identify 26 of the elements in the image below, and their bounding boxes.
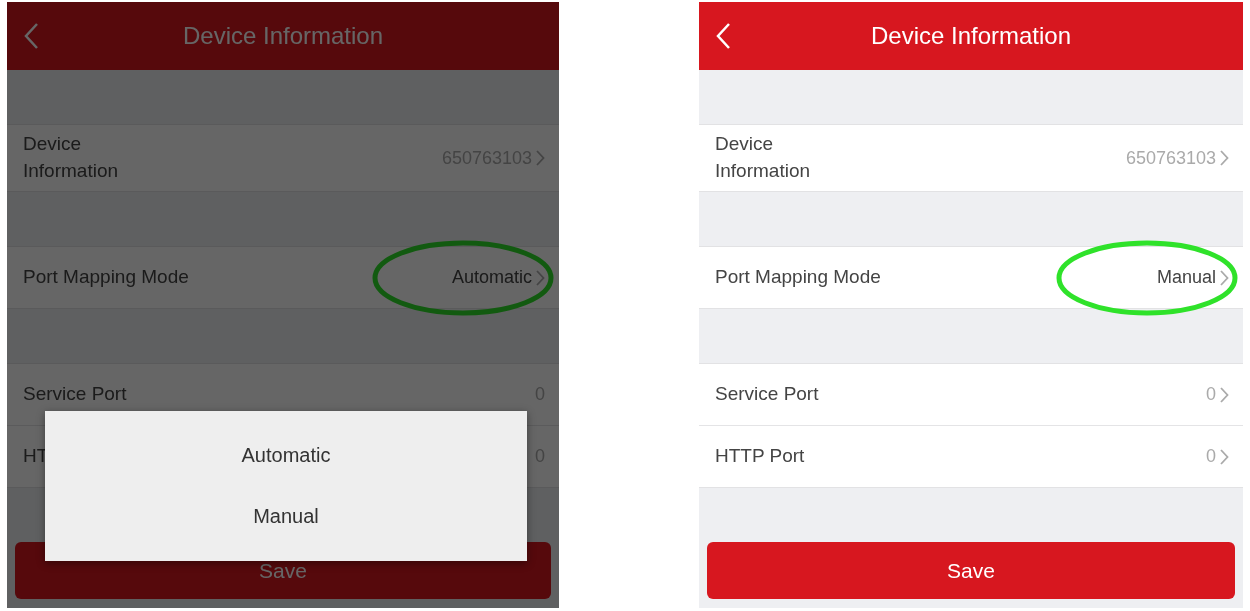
row-label: Port Mapping Mode [715, 265, 881, 290]
row-value: 650763103 [1125, 147, 1216, 169]
row-label: Service Port [23, 382, 127, 407]
row-label: HT [23, 444, 49, 469]
chevron-icon [536, 150, 545, 166]
row-label: Port Mapping Mode [23, 265, 189, 290]
screen-title: Device Information [182, 22, 384, 50]
row-value: 0 [1206, 384, 1216, 405]
row-value: 0 [1206, 446, 1216, 467]
row-label: Device Information [715, 132, 812, 183]
row-value: Automatic [451, 267, 532, 288]
row-value: Manual [1156, 267, 1216, 288]
screen-title: Device Information [870, 22, 1072, 50]
chevron-icon [1220, 150, 1229, 166]
chevron-icon [536, 269, 545, 286]
back-button[interactable] [23, 22, 39, 50]
row-label: Service Port [715, 382, 819, 407]
dialog-option[interactable]: Manual [233, 500, 339, 532]
chevron-icon [1220, 386, 1229, 403]
back-button[interactable] [715, 22, 731, 50]
row-label: HTTP Port [715, 444, 805, 469]
chevron-icon [1220, 448, 1229, 465]
save-button[interactable]: Save [707, 542, 1235, 599]
chevron-icon [1220, 269, 1229, 286]
dialog-option[interactable]: Automatic [221, 440, 351, 472]
row-label: Device Information [23, 132, 120, 183]
